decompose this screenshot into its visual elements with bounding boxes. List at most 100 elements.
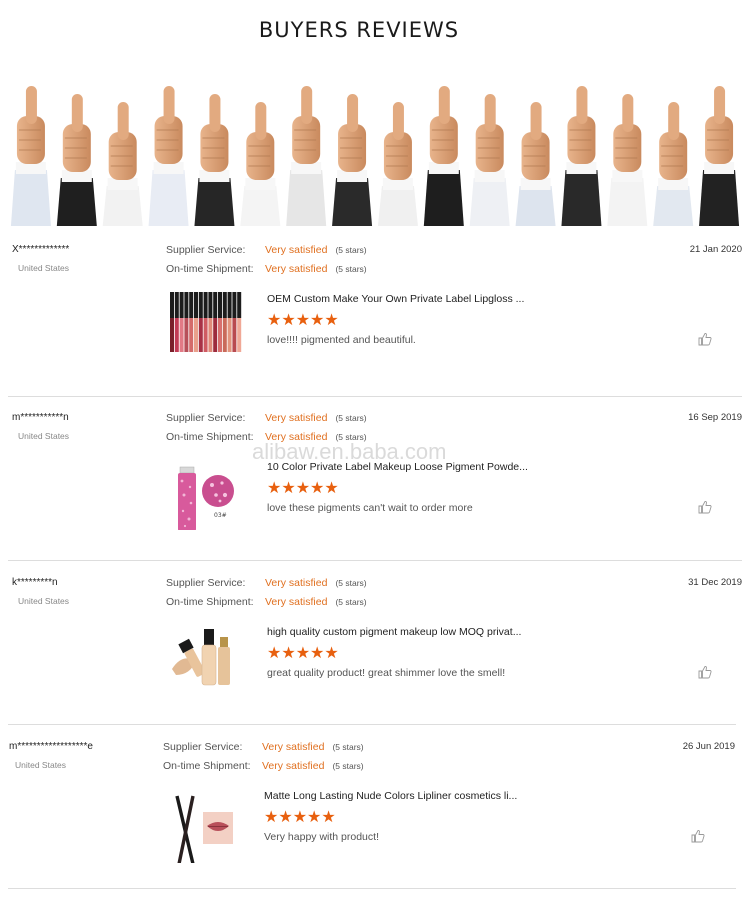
product-thumbnail[interactable]: [166, 623, 246, 689]
thumb: [25, 86, 37, 124]
lipgloss-tube: [198, 318, 203, 352]
lipgloss-tube: [222, 318, 227, 352]
sleeve: [423, 170, 464, 226]
lipgloss-cap: [194, 292, 198, 318]
supplier-service-value: Very satisfied: [265, 577, 328, 589]
reviewer-country: United States: [18, 596, 70, 606]
shipment-stars: (5 stars): [332, 761, 364, 771]
review-comment: great quality product! great shimmer lov…: [267, 667, 506, 679]
reviewer-name: X*************: [12, 244, 70, 255]
supplier-service-row: Supplier Service: Very satisfied (5 stars): [166, 412, 367, 424]
lipgloss-cap: [198, 292, 203, 318]
shipment-row: On-time Shipment: Very satisfied (5 stars): [166, 431, 367, 443]
sleeve: [469, 178, 510, 226]
thumb: [71, 94, 83, 132]
lipgloss-cap: [222, 292, 227, 318]
review-date: 21 Jan 2020: [689, 244, 742, 255]
lipgloss-tube: [184, 318, 189, 352]
thumb: [714, 86, 726, 124]
sleeve: [240, 186, 281, 226]
sleeve: [699, 170, 740, 226]
star-rating: ★★★★★: [267, 645, 339, 662]
reviewer-name: m***********n: [12, 412, 69, 423]
thumb: [209, 94, 221, 132]
lipgloss-cap: [203, 292, 208, 318]
reviewer-name: k*********n: [12, 577, 58, 588]
shipment-label: On-time Shipment:: [163, 760, 251, 772]
supplier-service-label: Supplier Service:: [166, 412, 246, 424]
reviewer-name: m******************e: [9, 741, 93, 752]
divider: [8, 724, 736, 725]
supplier-service-label: Supplier Service:: [166, 577, 246, 589]
supplier-service-stars: (5 stars): [332, 742, 364, 752]
thumbs-up-icon[interactable]: [691, 829, 705, 843]
thumbs-up-icon[interactable]: [698, 500, 712, 514]
shipment-value: Very satisfied: [262, 760, 325, 772]
sleeve: [377, 186, 418, 226]
sleeve: [56, 178, 97, 226]
sleeve: [653, 186, 694, 226]
shipment-stars: (5 stars): [335, 432, 367, 442]
product-link[interactable]: high quality custom pigment makeup low M…: [267, 626, 557, 638]
product-thumbnail[interactable]: [163, 787, 243, 863]
product-thumbnail[interactable]: [166, 290, 246, 356]
lipgloss-tube: [213, 318, 218, 352]
shipment-label: On-time Shipment:: [166, 431, 254, 443]
lipgloss-cap: [174, 292, 179, 318]
star-rating: ★★★★★: [267, 480, 339, 497]
divider: [8, 888, 736, 889]
lipgloss-tube: [218, 318, 222, 352]
review-item: m******************e United States 26 Ju…: [5, 727, 735, 892]
thumb: [484, 94, 496, 132]
lipgloss-tube: [227, 318, 232, 352]
sleeve: [194, 178, 235, 226]
page-title: BUYERS REVIEWS: [258, 18, 460, 42]
star-rating: ★★★★★: [267, 312, 339, 329]
lipgloss-tube: [170, 318, 174, 352]
thumb: [117, 102, 129, 140]
review-date: 16 Sep 2019: [688, 412, 742, 423]
thumbs-up-icon[interactable]: [698, 332, 712, 346]
lipgloss-tube: [179, 318, 184, 352]
thumb: [255, 102, 267, 140]
sleeve: [607, 178, 648, 226]
reviewer-country: United States: [18, 431, 70, 441]
review-item: k*********n United States 31 Dec 2019 Su…: [8, 563, 742, 728]
review-item: m***********n United States 16 Sep 2019 …: [8, 398, 742, 563]
lipgloss-cap: [184, 292, 189, 318]
supplier-service-row: Supplier Service: Very satisfied (5 stars): [166, 244, 367, 256]
supplier-service-value: Very satisfied: [265, 244, 328, 256]
divider: [8, 560, 742, 561]
shipment-row: On-time Shipment: Very satisfied (5 stars): [166, 263, 367, 275]
thumbs-up-icon[interactable]: [698, 665, 712, 679]
lipgloss-cap: [227, 292, 232, 318]
thumb: [347, 94, 359, 132]
supplier-service-row: Supplier Service: Very satisfied (5 stars): [166, 577, 367, 589]
shipment-value: Very satisfied: [265, 431, 328, 443]
supplier-service-row: Supplier Service: Very satisfied (5 stars): [163, 741, 364, 753]
review-comment: love!!!! pigmented and beautiful.: [267, 334, 416, 346]
lipgloss-cap: [208, 292, 213, 318]
lipgloss-tube: [237, 318, 242, 352]
thumb: [301, 86, 313, 124]
lipgloss-tube: [189, 318, 194, 352]
lipgloss-tube: [174, 318, 179, 352]
thumbnail-label: 03#: [214, 512, 227, 519]
product-link[interactable]: 10 Color Private Label Makeup Loose Pigm…: [267, 461, 557, 473]
shipment-label: On-time Shipment:: [166, 596, 254, 608]
thumb: [668, 102, 680, 140]
review-date: 26 Jun 2019: [682, 741, 735, 752]
thumb: [530, 102, 542, 140]
lipgloss-cap: [170, 292, 174, 318]
sleeve: [286, 170, 327, 226]
product-thumbnail[interactable]: 03#: [166, 454, 246, 530]
review-comment: love these pigments can't wait to order …: [267, 502, 473, 514]
review-item: X************* United States 21 Jan 2020…: [8, 230, 742, 395]
sleeve: [148, 170, 189, 226]
review-comment: Very happy with product!: [264, 831, 379, 843]
supplier-service-stars: (5 stars): [335, 578, 367, 588]
product-link[interactable]: Matte Long Lasting Nude Colors Lipliner …: [264, 790, 554, 802]
shipment-stars: (5 stars): [335, 264, 367, 274]
product-link[interactable]: OEM Custom Make Your Own Private Label L…: [267, 293, 557, 305]
shipment-row: On-time Shipment: Very satisfied (5 stars): [166, 596, 367, 608]
